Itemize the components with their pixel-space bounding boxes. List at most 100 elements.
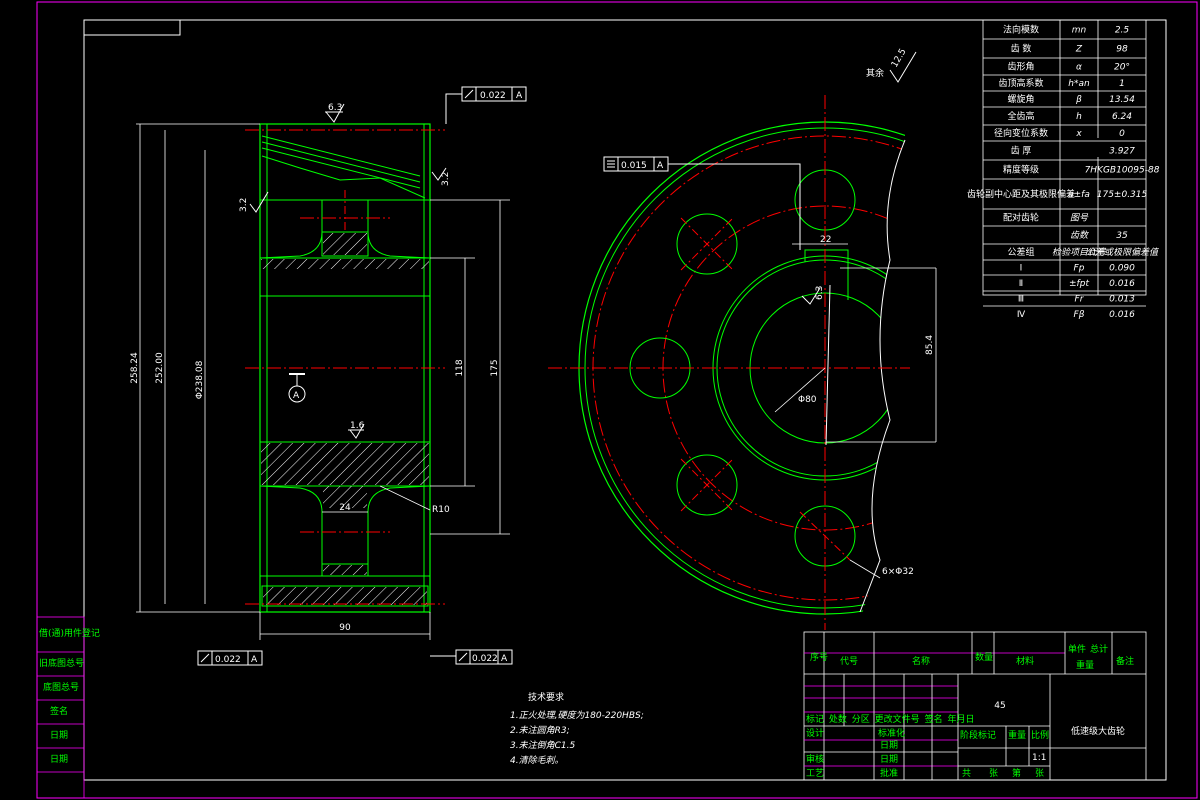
tb-role-design: 设计	[806, 727, 824, 739]
dim-key-depth: 85.4	[925, 335, 935, 355]
dim-tip-diameter: 258.24	[130, 352, 140, 384]
dim-fillet: R10	[432, 505, 450, 515]
gear-param-value: 98	[1116, 45, 1128, 55]
gear-param-value: 35	[1116, 231, 1128, 241]
gear-table-text: 法向模数 mn 2.5 齿 数 Z 98 齿形角 α 20° 齿顶高系数 h*an 1 螺旋角 β 13.5…	[967, 24, 1160, 321]
tech-item-1: 1.正火处理,硬度为180-220HBS;	[510, 710, 644, 721]
gear-param-symbol: h*an	[1068, 79, 1090, 89]
runout-left-datum: A	[251, 655, 258, 665]
dim-web-diameter: 175	[490, 359, 500, 376]
dim-web-thickness: 24	[339, 503, 351, 513]
roughness-face-bottom: 1.6	[350, 421, 365, 431]
cad-drawing: 258.24 252.00 Φ238.08 118 175 90 24 R10 …	[36, 1, 1198, 799]
section-view: 258.24 252.00 Φ238.08 118 175 90 24 R10 …	[130, 86, 527, 666]
runout-right-datum: A	[501, 654, 508, 664]
roughness-tooth: 3.2	[441, 172, 451, 186]
strip-6: 日期	[50, 754, 68, 765]
tb-date-2: 日期	[880, 754, 898, 765]
runout-top-datum: A	[516, 91, 523, 101]
tech-requirements: 技术要求 1.正火处理,硬度为180-220HBS; 2.未注圆角R3; 3.未…	[510, 691, 644, 766]
gear-param-name: 配对齿轮	[1003, 212, 1039, 224]
tb-stage: 阶段标记	[960, 729, 996, 741]
tb-h-code: 代号	[840, 656, 858, 667]
runout-left-value: 0.022	[215, 655, 241, 665]
tb-sheet-total: 共张第张	[962, 767, 1044, 779]
gear-param-value: 20°	[1114, 63, 1130, 73]
tb-h-weight: 重量	[1076, 659, 1094, 671]
tb-scale: 1:1	[1032, 753, 1046, 763]
dim-holes: 6×Φ32	[882, 567, 914, 577]
roughness-hub: 3.2	[239, 198, 249, 212]
gear-param-name: Ⅰ	[1020, 264, 1023, 274]
gear-param-name: 法向模数	[1003, 24, 1039, 36]
tb-change-row: 标记 处数 分区 更改文件号 签名 年月日	[806, 713, 974, 725]
gear-param-symbol: a±fa	[1068, 190, 1090, 200]
gear-param-name: Ⅲ	[1018, 295, 1024, 305]
tb-h-name: 名称	[912, 655, 930, 667]
tb-date-1: 日期	[880, 740, 898, 751]
roughness-keyway: 6.3	[815, 286, 825, 300]
gear-param-value: 2.5	[1115, 26, 1130, 36]
top-left-tab	[84, 20, 181, 36]
tb-drawing-name: 低速级大齿轮	[1071, 725, 1125, 737]
strip-3: 底图总号	[43, 681, 79, 693]
gear-param-symbol: α	[1076, 63, 1082, 73]
gear-param-value: 6.24	[1112, 112, 1132, 122]
tb-scale-label: 比例	[1031, 729, 1049, 741]
gear-param-name: 齿形角	[1007, 61, 1034, 73]
dim-pitch-diameter: 252.00	[155, 352, 165, 384]
tech-item-3: 3.未注倒角C1.5	[510, 740, 575, 751]
dim-width: 90	[339, 623, 351, 633]
gear-param-value: 0.090	[1109, 264, 1135, 274]
tb-h-seq: 序号	[810, 651, 828, 663]
gear-param-symbol: Z	[1075, 45, 1083, 55]
dim-root-diameter: Φ238.08	[195, 360, 205, 399]
gear-param-symbol: mn	[1072, 26, 1087, 36]
strip-2: 旧底图总号	[39, 657, 84, 669]
vertical-dimensions	[136, 123, 510, 640]
gear-param-value: 0.016	[1109, 279, 1135, 289]
symmetry-datum: A	[657, 161, 664, 171]
tb-h-unit: 单件	[1068, 643, 1086, 655]
gear-param-symbol: ±fpt	[1069, 279, 1089, 289]
strip-1: 借(通)用件登记	[39, 627, 100, 639]
tech-item-2: 2.未注圆角R3;	[510, 725, 570, 736]
tb-role-process: 工艺	[806, 768, 824, 779]
gear-param-symbol: Fβ	[1074, 310, 1085, 320]
gear-param-name: 齿顶高系数	[998, 77, 1043, 89]
tech-item-4: 4.清除毛刺。	[510, 755, 564, 766]
gear-param-name: Ⅱ	[1019, 279, 1023, 289]
tb-weight: 重量	[1008, 729, 1026, 741]
roughness-other-prefix: 其余	[866, 67, 884, 79]
gear-param-value: 1	[1119, 79, 1125, 89]
dim-key-width: 22	[820, 235, 831, 245]
gear-param-name: 齿 厚	[1011, 146, 1032, 157]
datum-a-label: A	[293, 391, 300, 401]
gear-param-value: 0.016	[1109, 310, 1135, 320]
gear-param-value: 公差或极限偏差值	[1086, 247, 1160, 258]
symmetry-value: 0.015	[621, 161, 647, 171]
tb-h-mat: 材料	[1016, 655, 1034, 667]
gear-param-name: 螺旋角	[1007, 93, 1034, 105]
front-view: 22 85.4 Φ80 6×Φ32 6.3 0.015 A 其余 12.5	[548, 47, 937, 630]
strip-5: 日期	[50, 730, 68, 741]
tb-role-approve: 批准	[880, 767, 898, 779]
tech-title: 技术要求	[528, 691, 564, 703]
tb-h-remark: 备注	[1116, 655, 1134, 667]
gear-param-name: Ⅳ	[1017, 310, 1026, 320]
roughness-other-value: 12.5	[890, 47, 909, 69]
gear-param-symbol: Fr	[1075, 295, 1085, 305]
gear-param-value: 0	[1119, 129, 1125, 139]
gear-param-name: 精度等级	[1003, 164, 1039, 176]
gear-param-name: 径向变位系数	[994, 127, 1048, 139]
runout-top-value: 0.022	[480, 91, 506, 101]
gear-param-name: 全齿高	[1007, 110, 1034, 122]
gear-param-symbol: Fp	[1074, 264, 1085, 274]
strip-4: 签名	[50, 705, 68, 717]
gear-param-symbol: 齿数	[1070, 230, 1089, 241]
gear-param-name: 齿轮副中心距及其极限偏差	[967, 188, 1075, 200]
gear-param-value: 13.54	[1109, 95, 1135, 105]
runout-right-value: 0.022	[472, 654, 498, 664]
gear-param-name: 齿 数	[1011, 43, 1032, 55]
runout-frame-right	[430, 649, 513, 665]
